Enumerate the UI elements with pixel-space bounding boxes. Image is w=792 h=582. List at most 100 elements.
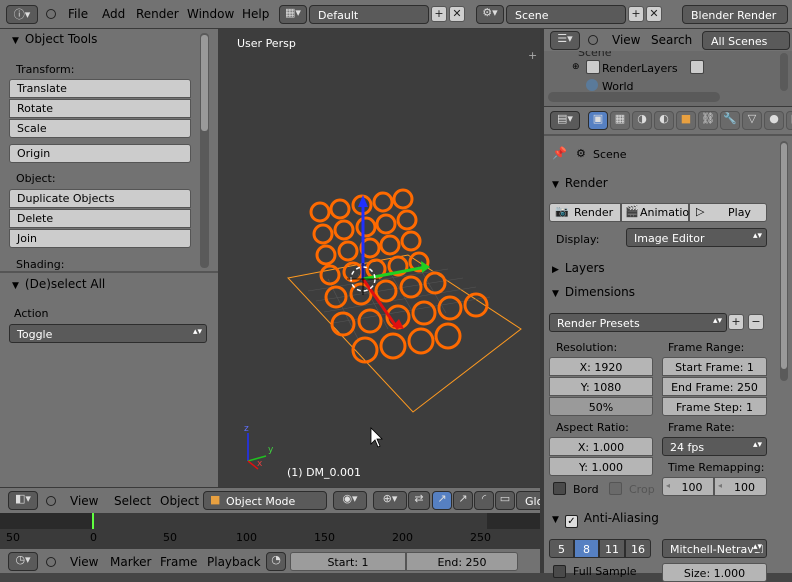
collapse-menu-icon[interactable] [46, 496, 56, 506]
material-tab-icon[interactable]: ● [764, 111, 784, 130]
anti-aliasing-checkbox[interactable]: ✓ [564, 515, 578, 528]
collapse-menu-icon[interactable] [588, 35, 598, 45]
timeline[interactable]: 50 0 50 100 150 200 250 [0, 513, 540, 548]
world-tab-icon[interactable]: ◐ [654, 111, 674, 130]
outliner-editor-icon[interactable]: ☰▾ [550, 31, 580, 50]
rotate-button[interactable]: Rotate [9, 99, 191, 118]
marker-menu[interactable]: Marker [110, 555, 151, 569]
properties-scrollbar[interactable] [780, 141, 788, 381]
pivot-point-icon[interactable]: ⊕▾ [373, 491, 407, 510]
screen-layout-icon[interactable]: ▦▾ [279, 5, 307, 24]
render-engine-dropdown[interactable]: Blender Render [682, 5, 788, 24]
full-sample-checkbox[interactable] [553, 565, 566, 578]
remap-old-field[interactable]: ◂ 100 [662, 477, 714, 496]
mode-dropdown[interactable]: ■ Object Mode [203, 491, 327, 510]
outliner-vscrollbar[interactable] [780, 53, 788, 91]
start-frame-field[interactable]: Start Frame: 1 [662, 357, 767, 376]
translate-button[interactable]: Translate [9, 79, 191, 98]
menu-file[interactable]: File [68, 7, 88, 21]
join-button[interactable]: Join [9, 229, 191, 248]
add-scene-icon[interactable]: + [628, 6, 644, 22]
outliner-hscrollbar[interactable] [548, 92, 720, 102]
move-manipulator-icon[interactable]: ↗ [453, 491, 473, 510]
layers-section-header[interactable]: ▶ Layers [552, 261, 605, 275]
render-presets-select[interactable]: Render Presets ▴▾ [549, 313, 727, 332]
delete-button[interactable]: Delete [9, 209, 191, 228]
properties-editor-icon[interactable]: ▤▾ [550, 111, 580, 130]
fps-select[interactable]: 24 fps ▴▾ [662, 437, 767, 456]
constraints-tab-icon[interactable]: ⛓ [698, 111, 718, 130]
menu-help[interactable]: Help [242, 7, 269, 21]
crop-checkbox[interactable] [609, 482, 622, 495]
3d-viewport[interactable]: User Persp + z y x (1) DM_0.001 [218, 29, 540, 487]
frame-menu[interactable]: Frame [160, 555, 197, 569]
object-tools-header[interactable]: ▼ Object Tools [12, 32, 97, 46]
playback-menu[interactable]: Playback [207, 555, 261, 569]
anti-aliasing-header[interactable]: ▼ ✓ Anti-Aliasing [552, 511, 659, 528]
resolution-y-field[interactable]: Y: 1080 [549, 377, 653, 396]
modifiers-tab-icon[interactable]: 🔧 [720, 111, 740, 130]
preview-range-icon[interactable]: ◔ [266, 552, 286, 571]
add-screen-icon[interactable]: + [431, 6, 447, 22]
duplicate-objects-button[interactable]: Duplicate Objects [9, 189, 191, 208]
timeline-view-menu[interactable]: View [70, 555, 98, 569]
texture-tab-icon[interactable]: ▩ [786, 111, 792, 130]
aa-samples-11[interactable]: 11 [599, 539, 625, 558]
remove-preset-icon[interactable]: − [748, 314, 764, 330]
view-menu[interactable]: View [70, 494, 98, 508]
collapse-menu-icon[interactable] [46, 9, 56, 19]
resolution-percent-slider[interactable]: 50% [549, 397, 653, 416]
tool-shelf-scrollbar[interactable] [200, 33, 209, 268]
border-checkbox[interactable] [553, 482, 566, 495]
scene-tab-icon[interactable]: ◑ [632, 111, 652, 130]
aa-samples-16[interactable]: 16 [625, 539, 651, 558]
play-button[interactable]: ▷ Play [689, 203, 767, 222]
object-tab-icon[interactable]: ■ [676, 111, 696, 130]
render-toggle-icon[interactable] [690, 60, 704, 74]
info-editor-icon[interactable]: ⓘ▾ [6, 5, 38, 24]
viewport-shading-icon[interactable]: ◉▾ [333, 491, 367, 510]
outliner-view-menu[interactable]: View [612, 33, 640, 47]
translate-manipulator-icon[interactable]: ↗ [432, 491, 452, 510]
start-frame-field[interactable]: Start: 1 [290, 552, 406, 571]
frame-step-field[interactable]: Frame Step: 1 [662, 397, 767, 416]
scene-dropdown[interactable]: Scene [506, 5, 626, 24]
collapse-menu-icon[interactable] [46, 557, 56, 567]
aa-samples-8[interactable]: 8 [574, 539, 599, 558]
scale-manipulator-icon[interactable]: ▭ [495, 491, 515, 510]
origin-button[interactable]: Origin [9, 144, 191, 163]
outliner-item-scene[interactable]: Scene [578, 51, 612, 59]
aspect-x-field[interactable]: X: 1.000 [549, 437, 653, 456]
dimensions-section-header[interactable]: ▼ Dimensions [552, 285, 635, 299]
resolution-x-field[interactable]: X: 1920 [549, 357, 653, 376]
render-button[interactable]: 📷 Render [549, 203, 621, 222]
clock-icon[interactable]: ◷▾ [8, 552, 38, 571]
aa-filter-select[interactable]: Mitchell-Netraval ▴▾ [662, 539, 767, 558]
remove-screen-icon[interactable]: ✕ [449, 6, 465, 22]
menu-render[interactable]: Render [136, 7, 179, 21]
current-frame-marker[interactable] [92, 513, 94, 529]
render-layers-tab-icon[interactable]: ▦ [610, 111, 630, 130]
data-tab-icon[interactable]: ▽ [742, 111, 762, 130]
remove-scene-icon[interactable]: ✕ [646, 6, 662, 22]
pin-icon[interactable]: 📌 [552, 146, 567, 160]
aspect-y-field[interactable]: Y: 1.000 [549, 457, 653, 476]
editor-type-icon[interactable]: ◧▾ [8, 491, 38, 510]
add-preset-icon[interactable]: + [728, 314, 744, 330]
rotate-manipulator-icon[interactable]: ◜ [474, 491, 494, 510]
expand-plus-icon[interactable]: ⊕ [572, 62, 580, 72]
screen-layout-dropdown[interactable]: Default [309, 5, 429, 24]
scene-icon[interactable]: ⚙▾ [476, 5, 504, 24]
object-menu[interactable]: Object [160, 494, 199, 508]
remap-new-field[interactable]: ◂ 100 [714, 477, 767, 496]
aa-samples-5[interactable]: 5 [549, 539, 574, 558]
menu-add[interactable]: Add [102, 7, 125, 21]
outliner-filter-dropdown[interactable]: All Scenes [702, 31, 790, 50]
animation-button[interactable]: 🎬 Animation [621, 203, 696, 222]
outliner-search-menu[interactable]: Search [651, 33, 692, 47]
end-frame-field[interactable]: End Frame: 250 [662, 377, 767, 396]
display-select[interactable]: Image Editor ▴▾ [626, 228, 767, 247]
menu-window[interactable]: Window [187, 7, 234, 21]
select-menu[interactable]: Select [114, 494, 151, 508]
scale-button[interactable]: Scale [9, 119, 191, 138]
